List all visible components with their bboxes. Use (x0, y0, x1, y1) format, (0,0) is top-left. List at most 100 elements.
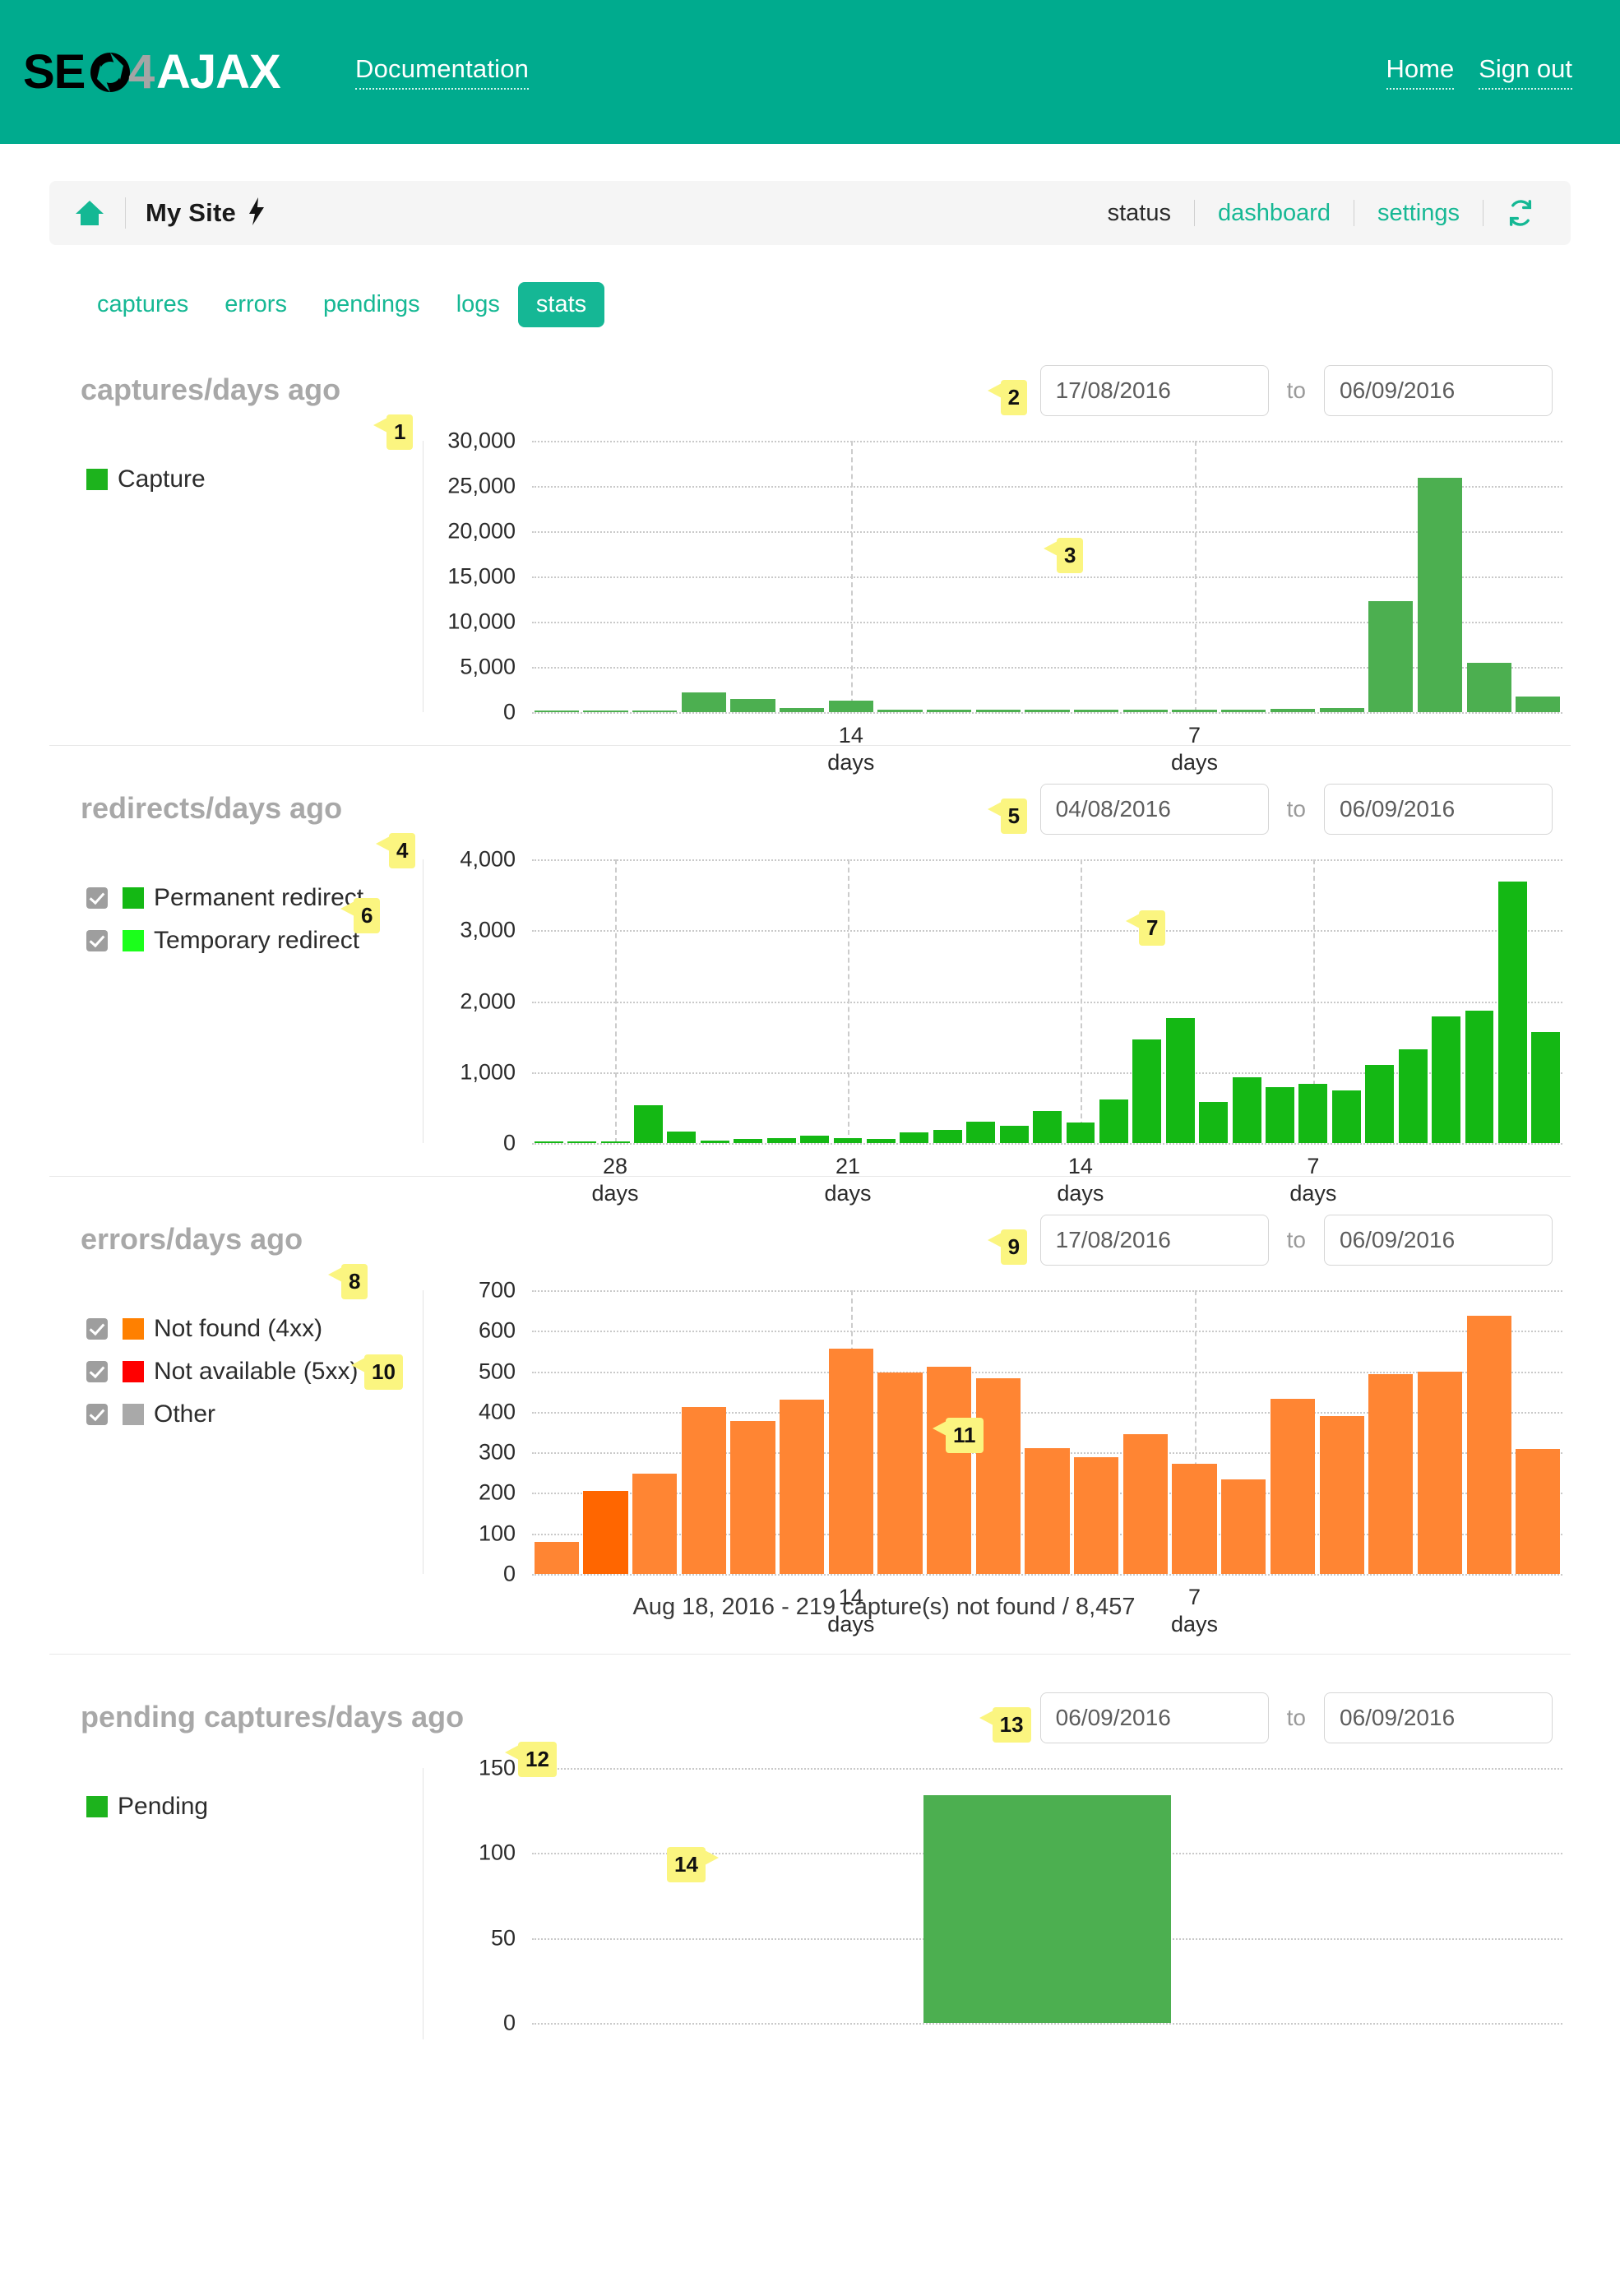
chart-bar[interactable] (632, 711, 678, 712)
bar-chart-redirects[interactable]: 0 1,000 2,000 3,000 4,000 28 days 21 days 14 days 7… (432, 847, 1571, 1206)
sitebar-link-settings[interactable]: settings (1354, 200, 1483, 227)
legend-checkbox[interactable] (86, 887, 108, 909)
chart-bar[interactable] (923, 1795, 1171, 2023)
brand-logo[interactable]: SE 4 AJAX Documentation (23, 45, 530, 100)
chart-bar[interactable] (1298, 1083, 1328, 1143)
date-from-input-errors[interactable] (1039, 1215, 1269, 1266)
chart-bar[interactable] (1172, 710, 1217, 712)
chart-bar[interactable] (1466, 663, 1511, 712)
documentation-link[interactable]: Documentation (355, 54, 530, 90)
bar-chart-errors[interactable]: 0 100 200 300 400 500 600 700 14 days 7 days (432, 1278, 1571, 1636)
sign-out-link[interactable]: Sign out (1479, 54, 1572, 90)
chart-bar[interactable] (1466, 1315, 1511, 1574)
chart-bar[interactable] (927, 1366, 972, 1574)
chart-bar[interactable] (927, 710, 972, 712)
tab-stats[interactable]: stats (517, 282, 605, 327)
chart-bar[interactable] (634, 1105, 663, 1143)
chart-bar[interactable] (800, 1135, 830, 1143)
legend-item[interactable]: Capture (86, 465, 423, 493)
chart-bar[interactable] (1417, 1371, 1463, 1574)
chart-bar[interactable] (828, 1349, 873, 1574)
chart-bar[interactable] (730, 1420, 775, 1574)
chart-bar[interactable] (534, 711, 579, 712)
bar-chart-captures[interactable]: 0 5,000 10,000 15,000 20,000 25,000 30,000 14 da… (432, 428, 1571, 775)
chart-bar[interactable] (900, 1132, 929, 1143)
chart-bar[interactable] (667, 1132, 697, 1143)
home-link[interactable]: Home (1386, 54, 1455, 90)
chart-bar[interactable] (1368, 600, 1414, 712)
legend-item[interactable]: Not found (4xx) (86, 1315, 423, 1343)
chart-bar[interactable] (1516, 696, 1561, 712)
chart-bar[interactable] (700, 1140, 729, 1143)
chart-bar[interactable] (1465, 1010, 1494, 1143)
chart-bar[interactable] (583, 1490, 628, 1574)
chart-bar[interactable] (1221, 710, 1266, 712)
chart-bar[interactable] (681, 692, 726, 712)
chart-bar[interactable] (1531, 1032, 1561, 1143)
chart-bar[interactable] (1232, 1076, 1261, 1143)
chart-bar[interactable] (534, 1541, 579, 1574)
date-from-input-captures[interactable] (1039, 365, 1269, 416)
date-to-input-redirects[interactable] (1324, 784, 1553, 835)
chart-bar[interactable] (1432, 1016, 1461, 1143)
chart-bar[interactable] (1122, 710, 1168, 712)
chart-bar[interactable] (766, 1137, 796, 1143)
legend-item[interactable]: Pending (86, 1793, 423, 1821)
tab-logs[interactable]: logs (438, 282, 518, 327)
chart-bar[interactable] (1221, 1479, 1266, 1574)
chart-bar[interactable] (583, 711, 628, 712)
sitebar-link-dashboard[interactable]: dashboard (1195, 200, 1354, 227)
chart-bar[interactable] (1025, 1448, 1070, 1574)
chart-bar[interactable] (1398, 1049, 1428, 1143)
chart-bar[interactable] (600, 1141, 630, 1143)
chart-bar[interactable] (828, 700, 873, 712)
chart-bar[interactable] (567, 1141, 597, 1143)
chart-bar[interactable] (734, 1139, 763, 1143)
home-icon[interactable] (74, 199, 105, 227)
chart-bar[interactable] (1099, 1099, 1128, 1143)
chart-bar[interactable] (1270, 1399, 1315, 1574)
chart-bar[interactable] (780, 1400, 825, 1574)
refresh-icon[interactable] (1483, 199, 1543, 227)
chart-bar[interactable] (1368, 1374, 1414, 1574)
chart-bar[interactable] (1319, 707, 1364, 712)
chart-bar[interactable] (1516, 1448, 1561, 1574)
chart-bar[interactable] (999, 1126, 1029, 1143)
chart-bar[interactable] (1074, 710, 1119, 712)
date-from-input-pending[interactable] (1039, 1692, 1269, 1743)
legend-checkbox[interactable] (86, 930, 108, 951)
chart-bar[interactable] (1025, 710, 1070, 712)
chart-bar[interactable] (877, 710, 923, 712)
chart-bar[interactable] (966, 1122, 996, 1143)
chart-bar[interactable] (877, 1373, 923, 1574)
legend-checkbox[interactable] (86, 1318, 108, 1340)
chart-bar[interactable] (933, 1129, 962, 1143)
chart-bar[interactable] (1074, 1457, 1119, 1574)
chart-bar[interactable] (1033, 1111, 1062, 1143)
legend-item[interactable]: Not available (5xx) 10 (86, 1354, 423, 1390)
chart-bar[interactable] (833, 1137, 863, 1143)
tab-errors[interactable]: errors (206, 282, 305, 327)
chart-bar[interactable] (1165, 1018, 1195, 1143)
chart-bar[interactable] (1122, 1433, 1168, 1574)
chart-bar[interactable] (1417, 478, 1463, 712)
chart-bar[interactable] (1066, 1123, 1095, 1143)
date-from-input-redirects[interactable] (1039, 784, 1269, 835)
chart-bar[interactable] (1319, 1415, 1364, 1574)
tab-pendings[interactable]: pendings (305, 282, 438, 327)
legend-checkbox[interactable] (86, 1361, 108, 1382)
bar-chart-pending[interactable]: 0 50 100 150 (432, 1756, 1571, 2035)
date-to-input-pending[interactable] (1324, 1692, 1553, 1743)
chart-bar[interactable] (1270, 709, 1315, 712)
chart-bar[interactable] (1266, 1086, 1294, 1143)
chart-bar[interactable] (1172, 1463, 1217, 1574)
chart-bar[interactable] (975, 710, 1021, 712)
chart-bar[interactable] (1199, 1101, 1229, 1143)
date-to-input-errors[interactable] (1324, 1215, 1553, 1266)
legend-checkbox[interactable] (86, 1404, 108, 1425)
chart-bar[interactable] (681, 1406, 726, 1574)
chart-bar[interactable] (730, 698, 775, 712)
chart-bar[interactable] (866, 1138, 896, 1143)
date-to-input-captures[interactable] (1324, 365, 1553, 416)
chart-bar[interactable] (1497, 881, 1527, 1143)
